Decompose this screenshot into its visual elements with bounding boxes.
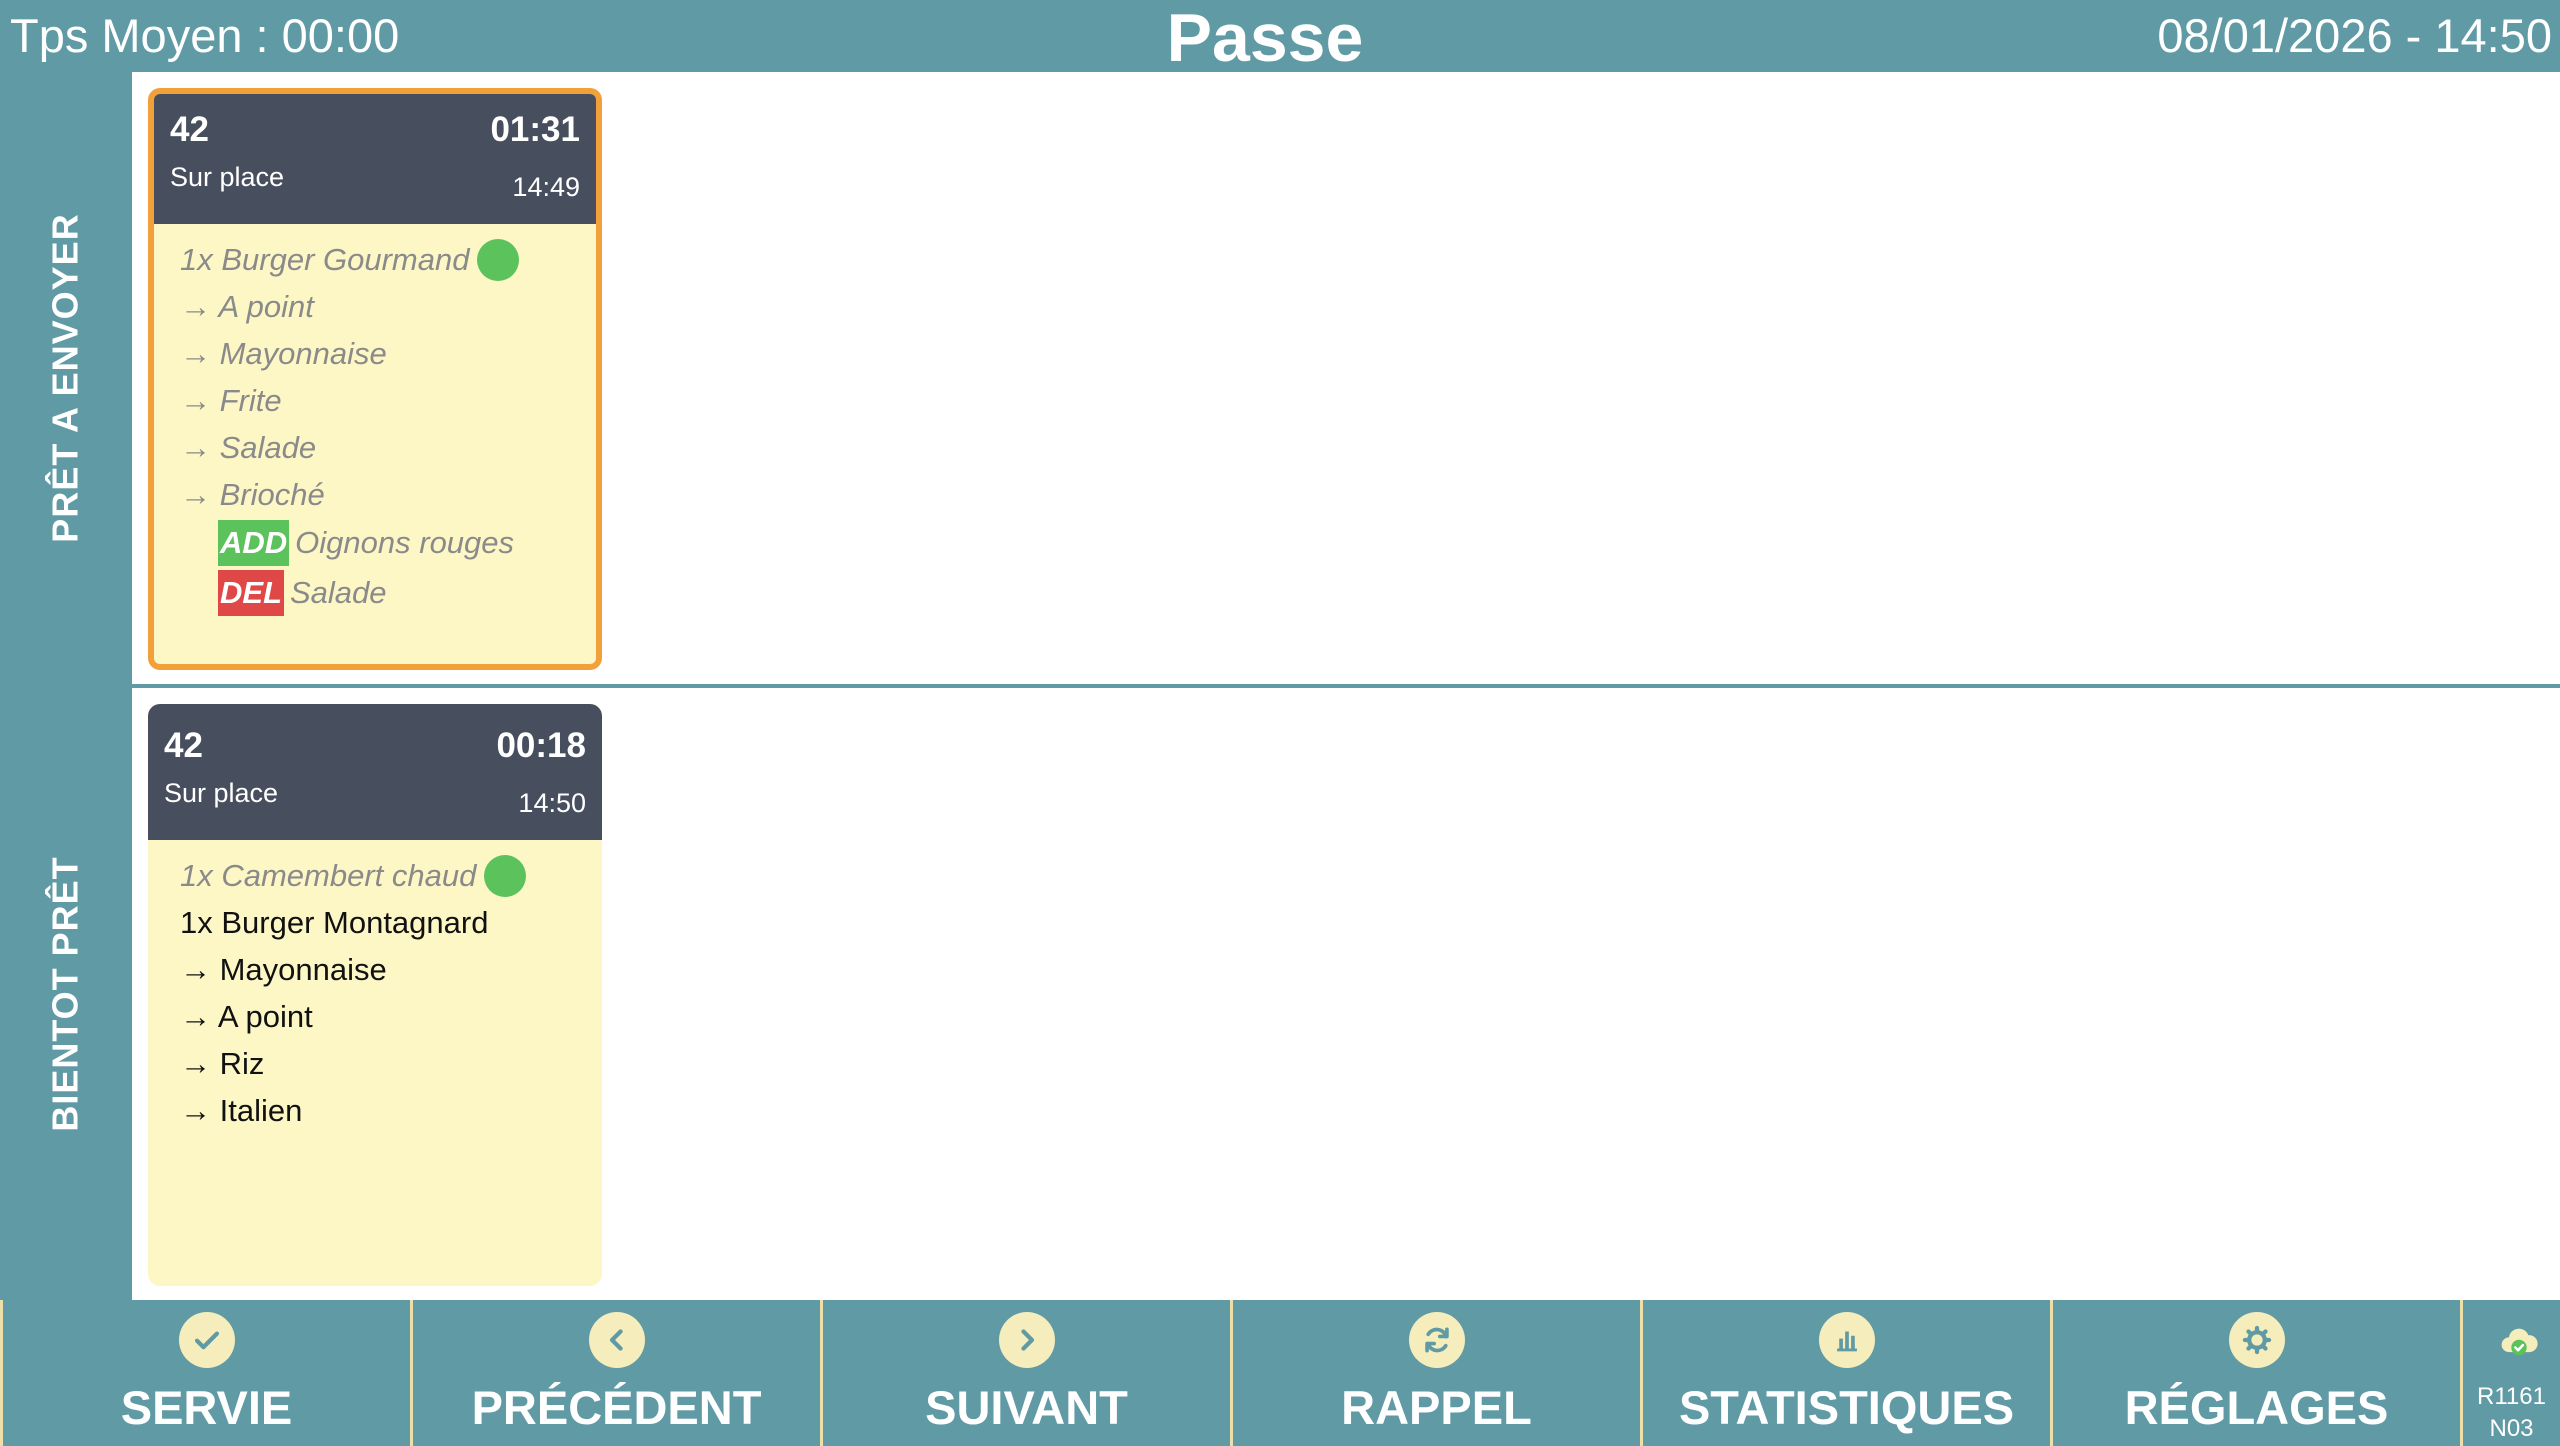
chevron-left-icon	[588, 1312, 645, 1368]
ticket-line: → Frite	[180, 383, 282, 418]
modifier-line: DEL Salade	[180, 568, 596, 618]
ticket-mode: Sur place	[164, 778, 279, 808]
bottom-toolbar: SERVIE PRÉCÉDENT SUIVANT RAPPEL STATISTI…	[0, 1300, 2560, 1446]
settings-button[interactable]: RÉGLAGES	[2050, 1300, 2460, 1446]
cloud-connected-icon	[2501, 1328, 2538, 1356]
top-bar: Tps Moyen : 00:00 Passe 08/01/2026 - 14:…	[0, 0, 2560, 76]
current-datetime: 08/01/2026 - 14:50	[2157, 9, 2552, 62]
ticket-time: 14:49	[512, 172, 580, 202]
check-icon	[178, 1312, 235, 1368]
del-badge: DEL	[218, 570, 284, 616]
ticket-line: → A point	[180, 999, 313, 1034]
add-badge: ADD	[218, 520, 290, 566]
ticket-line: 1x Burger Gourmand	[180, 236, 596, 283]
done-dot-icon	[477, 238, 520, 281]
ticket-header: 42 01:31 Sur place 14:49	[154, 94, 596, 224]
ticket-line: → A point	[180, 289, 314, 324]
done-dot-icon	[484, 854, 527, 897]
lane-soon-ready: 42 00:18 Sur place 14:50 1x Camembert ch…	[132, 688, 2560, 1300]
ticket-header: 42 00:18 Sur place 14:50	[148, 704, 602, 840]
chevron-right-icon	[998, 1312, 1055, 1368]
recall-button[interactable]: RAPPEL	[1230, 1300, 1640, 1446]
ticket-line: 1x Burger Montagnard	[180, 905, 489, 940]
statistics-button[interactable]: STATISTIQUES	[1640, 1300, 2050, 1446]
ticket-items: 1x Camembert chaud 1x Burger Montagnard …	[148, 840, 602, 1134]
ticket-line: → Riz	[180, 1046, 265, 1081]
station-id: N03	[2489, 1415, 2534, 1442]
ticket-line: → Mayonnaise	[180, 952, 387, 987]
order-ticket[interactable]: 42 00:18 Sur place 14:50 1x Camembert ch…	[148, 704, 602, 1286]
ticket-elapsed: 00:18	[496, 726, 586, 765]
page-title: Passe	[1166, 0, 1364, 76]
modifier-line: ADD Oignons rouges	[180, 518, 596, 568]
ticket-number: 42	[170, 110, 209, 149]
section-label-ready: PRÊT A ENVOYER	[45, 213, 87, 543]
refresh-icon	[1408, 1312, 1465, 1368]
ticket-items: 1x Burger Gourmand → A point → Mayonnais…	[154, 224, 596, 618]
ticket-mode: Sur place	[170, 162, 285, 192]
ticket-line: → Brioché	[180, 477, 325, 512]
gear-icon	[2228, 1312, 2285, 1368]
previous-button[interactable]: PRÉCÉDENT	[410, 1300, 820, 1446]
ticket-elapsed: 01:31	[490, 110, 580, 149]
lane-ready: 42 01:31 Sur place 14:49 1x Burger Gourm…	[132, 72, 2560, 684]
bar-chart-icon	[1818, 1312, 1875, 1368]
ticket-line: → Italien	[180, 1093, 303, 1128]
connection-status: R1161 N03	[2460, 1300, 2560, 1446]
served-button[interactable]: SERVIE	[0, 1300, 410, 1446]
section-label-soon-ready: BIENTOT PRÊT	[45, 856, 87, 1132]
ticket-number: 42	[164, 726, 203, 765]
ticket-line: → Salade	[180, 430, 317, 465]
ticket-line: → Mayonnaise	[180, 336, 387, 371]
device-id: R1161	[2477, 1383, 2546, 1410]
ticket-line: 1x Camembert chaud	[180, 852, 602, 899]
ticket-time: 14:50	[518, 788, 586, 818]
order-ticket[interactable]: 42 01:31 Sur place 14:49 1x Burger Gourm…	[148, 88, 602, 670]
next-button[interactable]: SUIVANT	[820, 1300, 1230, 1446]
